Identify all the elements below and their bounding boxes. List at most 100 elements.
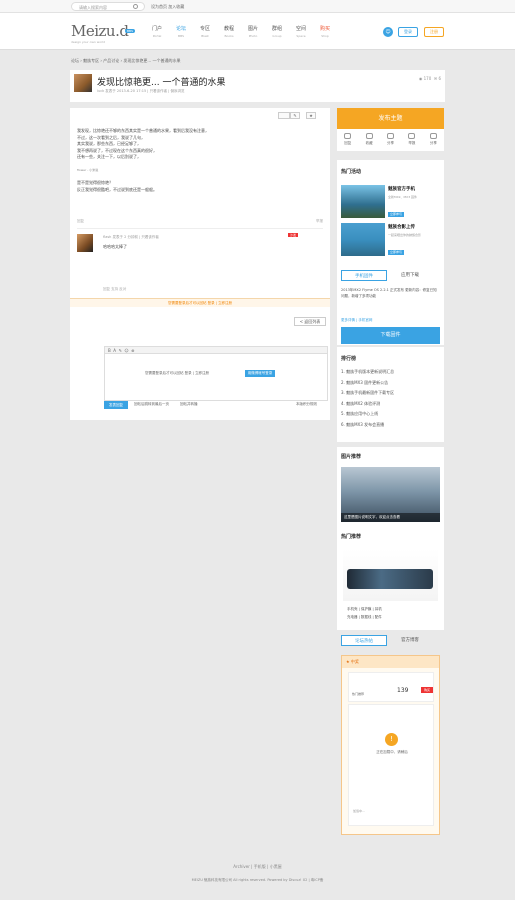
action-share-2[interactable]: 分享: [423, 129, 444, 151]
action-reply[interactable]: 回复: [337, 129, 358, 151]
ad-content: ! 正在加载中，请稍后 加载中...: [348, 704, 434, 826]
site-footer: Archiver | 手机版 | 小黑屋 MEIZU 魅族科技有限公司 All …: [0, 848, 515, 900]
rules-link[interactable]: 本版积分规则: [296, 402, 317, 407]
login-notice[interactable]: 您需要登录后才可以回帖 登录 | 立即注册: [70, 298, 330, 307]
activity-thumb-1[interactable]: [341, 185, 385, 218]
register-button[interactable]: 注册: [424, 27, 444, 37]
action-report[interactable]: 举报: [401, 129, 422, 151]
rank-item[interactable]: 1. 魅族手机版本更新说明汇总: [341, 369, 441, 380]
rank-item[interactable]: 3. 魅族手机最新固件下载专区: [341, 390, 441, 401]
thread-counts: ◉ 170 ✉ 6: [419, 76, 441, 81]
gift-icon: ★: [346, 659, 350, 664]
reply-footer[interactable]: 回复 支持 反对: [103, 287, 321, 292]
rank-list: 1. 魅族手机版本更新说明汇总 2. 魅族MX3 固件更新公告 3. 魅族手机最…: [341, 369, 441, 432]
login-button[interactable]: 登录: [398, 27, 418, 37]
activity-join-2[interactable]: 立即参与: [388, 250, 404, 255]
photo-caption: 这里是图片说明文字，欢迎点击查看: [341, 513, 440, 522]
activity-desc-2: 一起来晒出你的魅族合影: [388, 233, 422, 237]
author-avatar[interactable]: [74, 74, 92, 92]
nav-item-space[interactable]: 空间 Space: [289, 25, 313, 38]
post-footer: 回复 举报: [77, 219, 323, 224]
back-to-list-button[interactable]: < 返回列表: [294, 317, 326, 326]
ad-product[interactable]: 139 购买 热门推荐: [348, 672, 434, 702]
activity-join-1[interactable]: 立即参与: [388, 212, 404, 217]
reply-text: 哈哈哈太棒了: [103, 244, 127, 249]
top-bar: 请输入搜索内容 设为首页 加入收藏: [0, 0, 515, 13]
firmware-links[interactable]: 更多详情 | 手机官网: [341, 318, 372, 323]
tab-official-blog[interactable]: 官方博客: [387, 635, 433, 646]
replies-count: 6: [438, 76, 441, 81]
search-input[interactable]: 请输入搜索内容: [71, 2, 145, 11]
rank-item[interactable]: 4. 魅族MX2 体验评测: [341, 401, 441, 412]
product-links-2[interactable]: 充电器 | 数据线 | 配件: [347, 615, 382, 620]
thread-title: 发现比惊艳更... 一个普通的水果: [97, 78, 226, 88]
product-panel: 热门推荐 手机壳 | 保护膜 | 耳机 充电器 | 数据线 | 配件: [337, 527, 444, 630]
weibo-login-button[interactable]: 用微博帐号登录: [245, 370, 275, 377]
reply-editor[interactable]: B A ✎ ☺ ⊕ 您需要登录后才可以回帖 登录 | 立即注册 用微博帐号登录: [104, 346, 328, 401]
views-icon: ◉: [418, 76, 423, 81]
replies-icon: ✉: [433, 76, 438, 81]
activity-thumb-2[interactable]: [341, 223, 385, 256]
views-count: 170: [423, 76, 432, 81]
action-favorite[interactable]: 收藏: [358, 129, 379, 151]
photo-panel: 图片推荐 这里是图片说明文字，欢迎点击查看: [337, 447, 444, 527]
rank-title: 排行榜: [341, 356, 357, 362]
nav-item-group[interactable]: 群组 Group: [265, 25, 289, 38]
divider: [77, 228, 323, 229]
nav-item-portal[interactable]: 门户 Portal: [145, 25, 169, 38]
warning-icon: !: [385, 733, 398, 746]
tab-hot-threads[interactable]: 论坛热帖: [341, 635, 387, 646]
breadcrumb[interactable]: 论坛 › 魅族专区 › 产品讨论 › 发现比惊艳更... 一个普通的水果: [71, 58, 181, 64]
nav-item-photo[interactable]: 图片 Photo: [241, 25, 265, 38]
nav-item-bbs[interactable]: 论坛 BBS: [169, 25, 193, 38]
option-jump-last[interactable]: 回帖后跳转到最后一页: [134, 402, 169, 407]
ad-tab[interactable]: 热门推荐: [352, 692, 364, 696]
download-firmware-button[interactable]: 下载固件: [341, 327, 440, 344]
edit-icon[interactable]: ✎: [290, 112, 300, 119]
rank-item[interactable]: 5. 魅族应用中心上线: [341, 411, 441, 422]
floor-tag: 沙发: [288, 233, 299, 237]
publish-topic-button[interactable]: 发布主题: [337, 108, 444, 129]
option-repost[interactable]: 回帖并转播: [180, 402, 198, 407]
favorite-icon[interactable]: ★: [306, 112, 316, 119]
toolbar-toggle[interactable]: [278, 112, 290, 119]
nav-item-books[interactable]: 教程 Books: [217, 25, 241, 38]
notification-icon[interactable]: ☺: [383, 27, 393, 37]
ad-small: 加载中...: [353, 809, 365, 813]
thread-meta[interactable]: luck 发表于 2013-6-20 17:15 | 只看该作者 | 倒序浏览: [97, 89, 185, 94]
product-image[interactable]: [343, 549, 438, 601]
ad-buy-button[interactable]: 购买: [421, 687, 433, 693]
editor-toolbar[interactable]: B A ✎ ☺ ⊕: [105, 347, 327, 354]
reply-avatar[interactable]: [77, 234, 93, 252]
rank-item[interactable]: 2. 魅族MX3 固件更新公告: [341, 380, 441, 391]
reply-link[interactable]: 回复: [77, 219, 84, 223]
firmware-info: 2013年MX2 Flyme OS 2.2.1 正式发布 更新内容：修复已知问题…: [341, 288, 437, 298]
post-body: 我发现，比惊艳还不够的东西其实是一个普通的水果，看到后我没有注意， 不过，这一次…: [77, 128, 209, 192]
action-share[interactable]: 分享: [380, 129, 401, 151]
rank-panel: 排行榜 1. 魅族手机版本更新说明汇总 2. 魅族MX3 固件更新公告 3. 魅…: [337, 347, 444, 442]
site-header: Meizu.d BBS design your own world 门户 Port…: [0, 13, 515, 50]
hot-activity-panel: 热门活动 魅族官方手机 全新MX2、MX3 固件 立即参与 魅族合影上传 一起来…: [337, 160, 444, 345]
ad-title: 中奖: [350, 659, 359, 664]
activity-title-2[interactable]: 魅族合影上传: [388, 224, 415, 230]
ad-message: 正在加载中，请稍后: [376, 750, 408, 754]
site-logo[interactable]: Meizu.d: [71, 22, 129, 40]
nav-item-shop[interactable]: 购买 Shop: [313, 25, 337, 38]
product-links-1[interactable]: 手机壳 | 保护膜 | 耳机: [347, 607, 382, 612]
search-icon[interactable]: [133, 4, 138, 9]
ad-panel: ★ 中奖 139 购买 热门推荐 ! 正在加载中，请稍后 加载中...: [341, 655, 440, 835]
tab-apps[interactable]: 应用下载: [387, 270, 433, 281]
main-nav: 门户 Portal 论坛 BBS 专区 Blast 教程 Books 图片 Photo 群…: [145, 25, 337, 38]
post-reply-button[interactable]: 发表回复: [104, 401, 128, 409]
nav-item-blast[interactable]: 专区 Blast: [193, 25, 217, 38]
rank-item[interactable]: 6. 魅族MX3 发布会直播: [341, 422, 441, 433]
tab-firmware[interactable]: 手机固件: [341, 270, 387, 281]
footer-links[interactable]: Archiver | 手机版 | 小黑屋: [0, 864, 515, 870]
activity-title-1[interactable]: 魅族官方手机: [388, 186, 415, 192]
reply-meta[interactable]: flash 发表于 2 分钟前 | 只看该作者: [103, 235, 159, 240]
activity-desc-1: 全新MX2、MX3 固件: [388, 195, 418, 199]
forum-tabs: 论坛热帖 官方博客: [341, 635, 433, 646]
top-links[interactable]: 设为首页 加入收藏: [151, 4, 184, 10]
post-area: ✎ ★ 我发现，比惊艳还不够的东西其实是一个普通的水果，看到后我没有注意， 不过…: [70, 108, 330, 420]
report-link[interactable]: 举报: [316, 219, 323, 224]
